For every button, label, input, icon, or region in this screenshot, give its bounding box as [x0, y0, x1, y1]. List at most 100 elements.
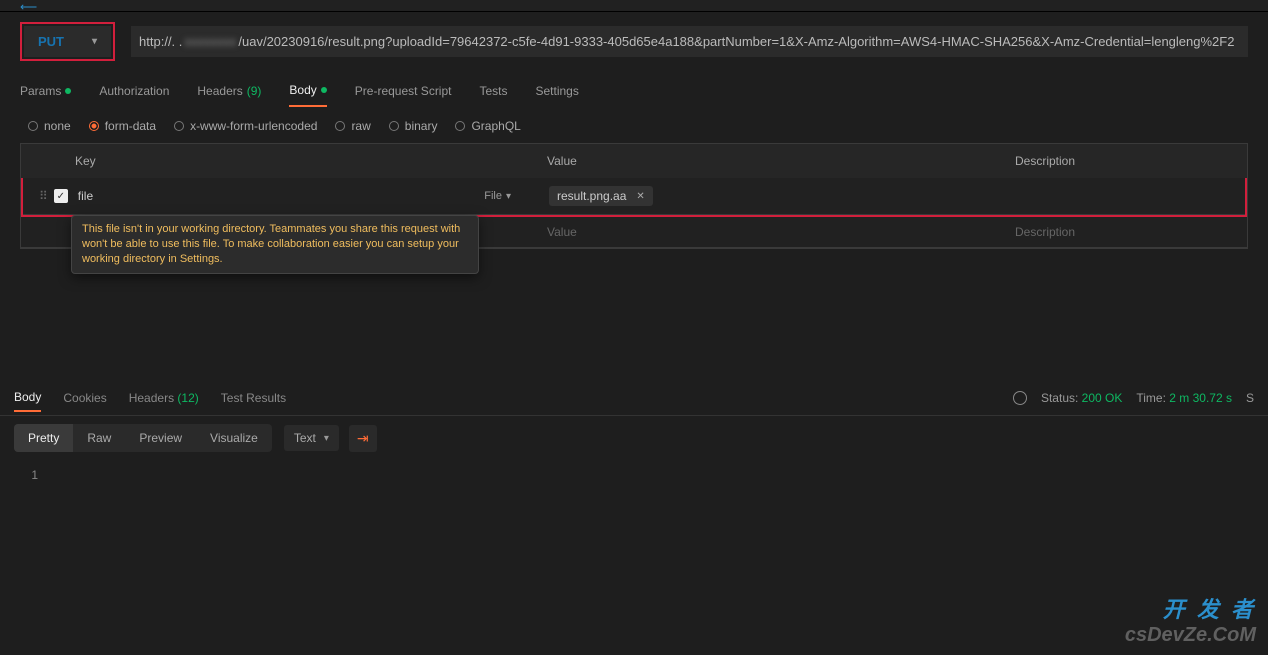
tab-headers[interactable]: Headers (9)	[197, 75, 261, 107]
view-pretty[interactable]: Pretty	[14, 424, 73, 452]
th-description: Description	[1001, 144, 1247, 178]
tab-label: Params	[20, 84, 61, 98]
resp-tab-headers[interactable]: Headers (12)	[129, 391, 199, 405]
type-label: File	[484, 190, 502, 202]
table-header-row: Key Value Description	[21, 144, 1247, 179]
radio-label: GraphQL	[471, 119, 520, 133]
remove-file-icon[interactable]: ✕	[636, 191, 644, 202]
tab-params[interactable]: Params	[20, 75, 71, 107]
active-dot-icon	[65, 88, 71, 94]
tab-label: Headers	[197, 84, 242, 98]
tab-settings[interactable]: Settings	[536, 75, 579, 107]
view-preview[interactable]: Preview	[125, 424, 196, 452]
radio-label: form-data	[105, 119, 156, 133]
radio-binary[interactable]: binary	[389, 119, 438, 133]
request-line: PUT ▾ http://. . xxxxxxxx /uav/20230916/…	[0, 12, 1268, 71]
cell-desc-placeholder[interactable]: Description	[1001, 217, 1247, 247]
format-label: Text	[294, 431, 316, 445]
response-view-toolbar: Pretty Raw Preview Visualize Text ▾ ⇥	[0, 416, 1268, 460]
line-number: 1	[14, 468, 38, 482]
radio-form-data[interactable]: form-data	[89, 119, 156, 133]
watermark: 开 发 者 csDevZe.CoM	[1125, 592, 1256, 647]
response-body-editor[interactable]: 1	[0, 460, 1268, 655]
form-data-table: Key Value Description ⠿ ✓ file File ▾ res…	[20, 143, 1248, 249]
row-checkbox[interactable]: ✓	[54, 189, 68, 203]
back-icon[interactable]: ⟵	[20, 0, 37, 14]
request-tabs: Params Authorization Headers (9) Body Pr…	[0, 75, 1268, 107]
tab-tests[interactable]: Tests	[479, 75, 507, 107]
time-value: 2 m 30.72 s	[1169, 391, 1232, 405]
tab-label: Tests	[479, 84, 507, 98]
radio-label: x-www-form-urlencoded	[190, 119, 317, 133]
th-key: Key	[21, 144, 533, 178]
view-mode-segment: Pretty Raw Preview Visualize	[14, 424, 272, 452]
radio-icon	[89, 121, 99, 131]
tab-headers-count: (9)	[247, 84, 262, 98]
http-method-selector[interactable]: PUT ▾	[24, 26, 111, 57]
body-type-group: none form-data x-www-form-urlencoded raw…	[0, 107, 1268, 143]
url-rest: /uav/20230916/result.png?uploadId=796423…	[238, 34, 1234, 49]
time-label: Time: 2 m 30.72 s	[1136, 391, 1232, 405]
watermark-line2: csDevZe.CoM	[1125, 624, 1256, 647]
window-top-strip: ⟵	[0, 0, 1268, 12]
working-directory-warning: This file isn't in your working director…	[71, 215, 479, 274]
tab-label: Body	[289, 83, 316, 97]
row-highlight-box: ⠿ ✓ file File ▾ result.png.aa ✕	[21, 178, 1247, 217]
request-url-input[interactable]: http://. . xxxxxxxx /uav/20230916/result…	[131, 26, 1248, 57]
response-format-selector[interactable]: Text ▾	[284, 425, 339, 451]
cell-value[interactable]: result.png.aa ✕	[535, 178, 1003, 214]
th-value: Value	[533, 144, 1001, 178]
radio-urlencoded[interactable]: x-www-form-urlencoded	[174, 119, 317, 133]
cell-value-placeholder[interactable]: Value	[533, 217, 1001, 247]
radio-icon	[174, 121, 184, 131]
tab-label: Headers	[129, 391, 174, 405]
radio-icon	[455, 121, 465, 131]
globe-icon[interactable]	[1013, 391, 1027, 405]
key-text: file	[78, 189, 93, 203]
time-prefix: Time:	[1136, 391, 1166, 405]
chevron-down-icon: ▾	[324, 433, 329, 444]
response-area: Body Cookies Headers (12) Test Results S…	[0, 380, 1268, 655]
key-type-selector[interactable]: File ▾	[484, 190, 521, 202]
method-highlight-box: PUT ▾	[20, 22, 115, 61]
radio-raw[interactable]: raw	[335, 119, 370, 133]
radio-graphql[interactable]: GraphQL	[455, 119, 520, 133]
radio-label: none	[44, 119, 71, 133]
view-visualize[interactable]: Visualize	[196, 424, 272, 452]
status-prefix: Status:	[1041, 391, 1078, 405]
tab-body[interactable]: Body	[289, 75, 326, 107]
table-row: ⠿ ✓ file File ▾ result.png.aa ✕	[23, 178, 1245, 215]
radio-label: binary	[405, 119, 438, 133]
watermark-line1: 开 发 者	[1125, 592, 1256, 624]
resp-tab-test-results[interactable]: Test Results	[221, 391, 286, 405]
status-label: Status: 200 OK	[1041, 391, 1122, 405]
resp-tab-cookies[interactable]: Cookies	[63, 391, 106, 405]
tab-prerequest[interactable]: Pre-request Script	[355, 75, 452, 107]
file-value-pill: result.png.aa ✕	[549, 186, 653, 206]
url-prefix: http://. .	[139, 34, 182, 49]
resp-headers-count: (12)	[177, 391, 198, 405]
radio-icon	[389, 121, 399, 131]
status-code: 200 OK	[1082, 391, 1123, 405]
resp-tab-body[interactable]: Body	[14, 390, 41, 412]
cell-description[interactable]	[1003, 178, 1245, 214]
file-name: result.png.aa	[557, 189, 626, 203]
url-obscured-segment: xxxxxxxx	[184, 34, 236, 49]
radio-label: raw	[351, 119, 370, 133]
cell-key[interactable]: ⠿ ✓ file File ▾	[23, 178, 535, 214]
tab-label: Authorization	[99, 84, 169, 98]
radio-none[interactable]: none	[28, 119, 71, 133]
active-dot-icon	[321, 87, 327, 93]
radio-icon	[335, 121, 345, 131]
tab-label: Settings	[536, 84, 579, 98]
tab-authorization[interactable]: Authorization	[99, 75, 169, 107]
size-label: S	[1246, 391, 1254, 405]
http-method-label: PUT	[38, 34, 64, 49]
chevron-down-icon: ▾	[92, 36, 97, 47]
radio-icon	[28, 121, 38, 131]
wrap-lines-button[interactable]: ⇥	[349, 425, 377, 452]
drag-handle-icon[interactable]: ⠿	[37, 189, 54, 203]
response-tabs: Body Cookies Headers (12) Test Results S…	[0, 380, 1268, 416]
view-raw[interactable]: Raw	[73, 424, 125, 452]
chevron-down-icon: ▾	[506, 191, 511, 202]
